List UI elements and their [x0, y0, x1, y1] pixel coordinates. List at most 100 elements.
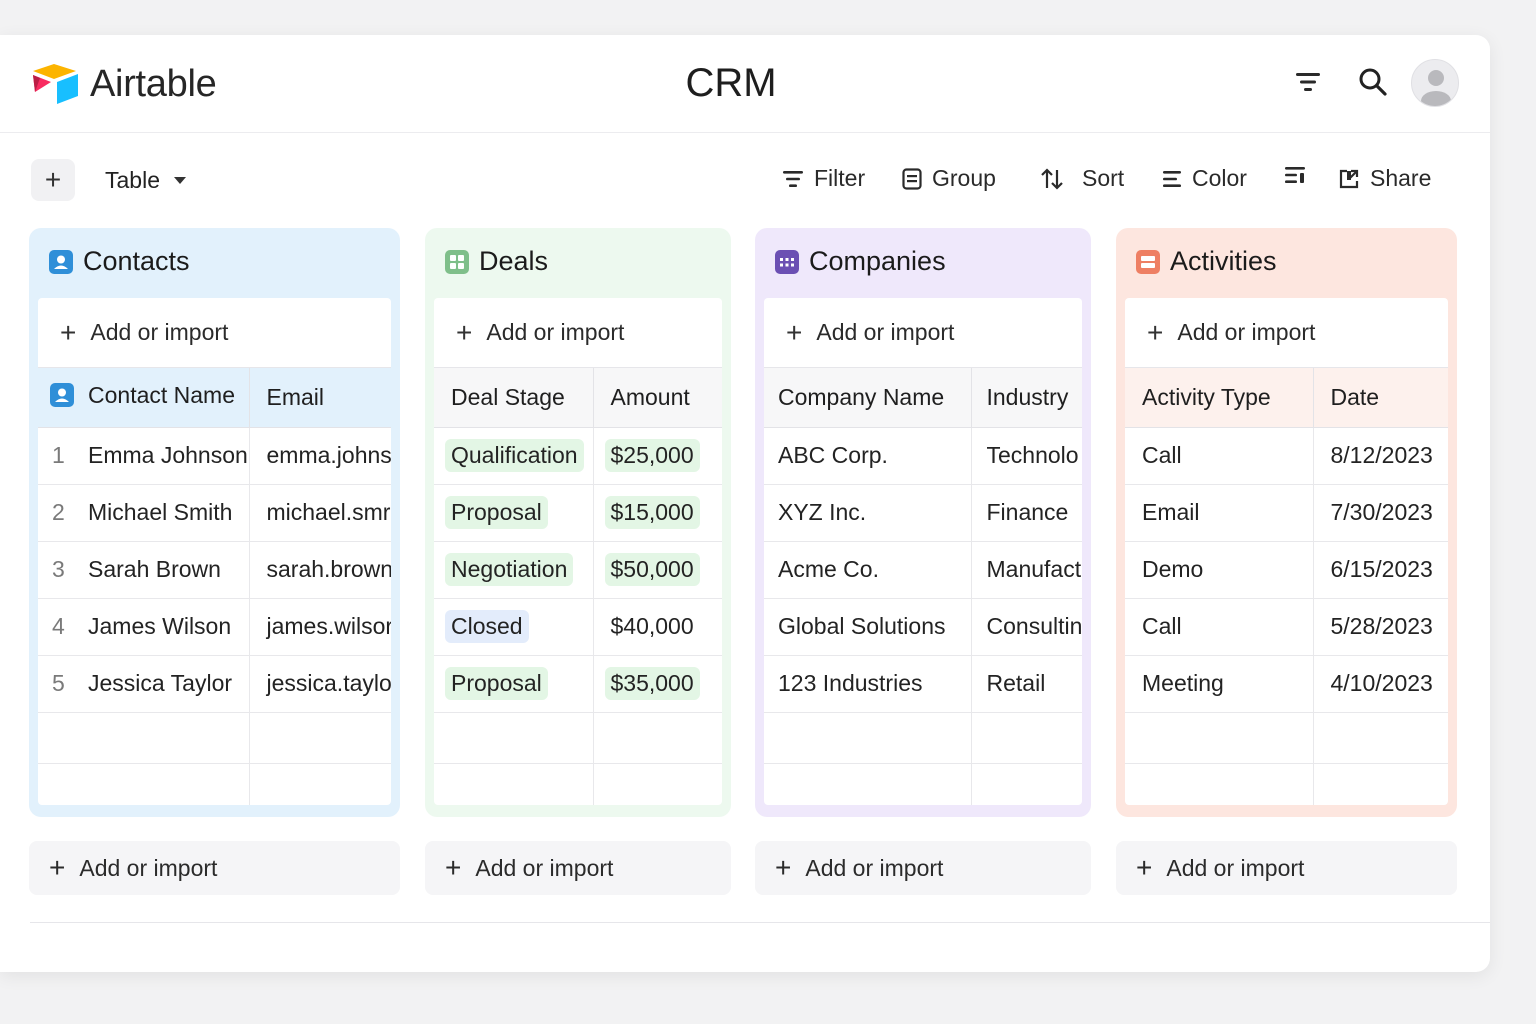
email-cell[interactable]: sarah.brown [249, 541, 391, 599]
industry-cell[interactable]: Manufact [971, 541, 1082, 599]
empty-row[interactable] [38, 763, 391, 805]
user-avatar[interactable] [1411, 59, 1459, 107]
activity-type-cell[interactable]: Call [1125, 598, 1314, 656]
activity-type-cell[interactable]: Meeting [1125, 655, 1314, 713]
email-cell[interactable]: james.wilsor [249, 598, 391, 656]
table-row[interactable]: Email 7/30/2023 [1125, 484, 1448, 542]
contacts-bottom-add-button[interactable]: + Add or import [29, 841, 400, 895]
email-cell[interactable]: emma.johns [249, 427, 391, 485]
date-cell[interactable]: 4/10/2023 [1313, 655, 1448, 713]
column-header[interactable]: Contact Name [38, 368, 250, 428]
date-cell[interactable]: 5/28/2023 [1313, 598, 1448, 656]
empty-row[interactable] [764, 763, 1082, 805]
table-row[interactable]: Meeting 4/10/2023 [1125, 655, 1448, 713]
contacts-add-or-import[interactable]: + Add or import [38, 298, 391, 368]
table-row[interactable]: ABC Corp. Technolo [764, 427, 1082, 485]
contact-name-cell: Sarah Brown [88, 556, 221, 582]
plus-icon: + [445, 852, 462, 883]
column-header[interactable]: Amount [593, 368, 722, 428]
add-view-button[interactable]: + [31, 159, 75, 201]
calendar-icon [775, 249, 799, 274]
table-row[interactable]: Proposal $35,000 [434, 655, 722, 713]
company-name-cell[interactable]: 123 Industries [764, 655, 972, 713]
column-header[interactable]: Deal Stage [434, 368, 594, 428]
table-row[interactable]: Call 8/12/2023 [1125, 427, 1448, 485]
email-cell[interactable]: michael.smr [249, 484, 391, 542]
table-row[interactable]: Closed $40,000 [434, 598, 722, 656]
industry-cell[interactable]: Consultin [971, 598, 1082, 656]
companies-bottom-add-button[interactable]: + Add or import [755, 841, 1091, 895]
company-name-cell[interactable]: XYZ Inc. [764, 484, 972, 542]
column-header[interactable]: Date [1313, 368, 1448, 428]
industry-cell[interactable]: Technolo [971, 427, 1082, 485]
column-header[interactable]: Email [249, 368, 391, 428]
companies-add-or-import[interactable]: + Add or import [764, 298, 1082, 368]
empty-row[interactable] [38, 712, 391, 764]
table-row[interactable]: 1 Emma Johnson emma.johns [38, 427, 391, 485]
sort-button[interactable]: Sort [1040, 165, 1124, 192]
plus-icon: + [1136, 852, 1153, 883]
person-icon [49, 249, 73, 274]
column-header[interactable]: Industry [971, 368, 1082, 428]
filter-icon[interactable] [1293, 65, 1323, 99]
deals-bottom-add-button[interactable]: + Add or import [425, 841, 731, 895]
activity-type-cell[interactable]: Call [1125, 427, 1314, 485]
date-cell[interactable]: 7/30/2023 [1313, 484, 1448, 542]
empty-row[interactable] [1125, 763, 1448, 805]
table-row[interactable]: Negotiation $50,000 [434, 541, 722, 599]
table-row[interactable]: 4 James Wilson james.wilsor [38, 598, 391, 656]
industry-cell[interactable]: Retail [971, 655, 1082, 713]
add-or-import-label: Add or import [486, 319, 625, 345]
search-icon[interactable] [1358, 65, 1388, 99]
contact-name-cell: Jessica Taylor [88, 670, 233, 696]
date-cell[interactable]: 6/15/2023 [1313, 541, 1448, 599]
contacts-title[interactable]: Contacts [49, 246, 190, 277]
filter-button[interactable]: Filter [782, 165, 865, 192]
deals-title[interactable]: Deals [445, 246, 548, 277]
table-row[interactable]: Global Solutions Consultin [764, 598, 1082, 656]
column-header[interactable]: Activity Type [1125, 368, 1314, 428]
group-button[interactable]: Group [902, 165, 996, 192]
table-row[interactable]: Acme Co. Manufact [764, 541, 1082, 599]
color-button[interactable]: Color [1162, 165, 1247, 192]
row-height-button[interactable] [1284, 165, 1306, 185]
email-cell[interactable]: jessica.taylo [249, 655, 391, 713]
deal-stage-pill: Proposal [445, 667, 548, 700]
table-row[interactable]: 5 Jessica Taylor jessica.taylo [38, 655, 391, 713]
table-row[interactable]: Call 5/28/2023 [1125, 598, 1448, 656]
amount-pill: $25,000 [604, 439, 700, 472]
date-cell[interactable]: 8/12/2023 [1313, 427, 1448, 485]
table-row[interactable]: 3 Sarah Brown sarah.brown [38, 541, 391, 599]
table-row[interactable]: 2 Michael Smith michael.smr [38, 484, 391, 542]
activity-type-cell[interactable]: Demo [1125, 541, 1314, 599]
contacts-table: Contact Name Email 1 Emma Johnson emma.joh… [38, 368, 391, 805]
table-row[interactable]: 123 Industries Retail [764, 655, 1082, 713]
company-name-cell[interactable]: Global Solutions [764, 598, 972, 656]
activities-title[interactable]: Activities [1136, 246, 1277, 277]
empty-row[interactable] [434, 763, 722, 805]
table-row[interactable]: Demo 6/15/2023 [1125, 541, 1448, 599]
activities-table-name: Activities [1170, 246, 1277, 276]
page-title: CRM [685, 61, 777, 105]
company-name-cell[interactable]: Acme Co. [764, 541, 972, 599]
companies-title[interactable]: Companies [775, 246, 946, 277]
column-header[interactable]: Company Name [764, 368, 972, 428]
company-name-cell[interactable]: ABC Corp. [764, 427, 972, 485]
plus-icon: + [456, 316, 473, 348]
header-row: Activity Type Date [1125, 368, 1448, 428]
view-selector[interactable]: Table [105, 167, 186, 194]
table-row[interactable]: Qualification $25,000 [434, 427, 722, 485]
empty-row[interactable] [434, 712, 722, 764]
table-row[interactable]: XYZ Inc. Finance [764, 484, 1082, 542]
deals-add-or-import[interactable]: + Add or import [434, 298, 722, 368]
activities-bottom-add-button[interactable]: + Add or import [1116, 841, 1457, 895]
share-button[interactable]: Share [1338, 165, 1431, 192]
amount-pill: $35,000 [604, 667, 700, 700]
empty-row[interactable] [764, 712, 1082, 764]
activity-type-cell[interactable]: Email [1125, 484, 1314, 542]
table-row[interactable]: Proposal $15,000 [434, 484, 722, 542]
empty-row[interactable] [1125, 712, 1448, 764]
activities-add-or-import[interactable]: + Add or import [1125, 298, 1448, 368]
plus-icon: + [786, 316, 803, 348]
industry-cell[interactable]: Finance [971, 484, 1082, 542]
